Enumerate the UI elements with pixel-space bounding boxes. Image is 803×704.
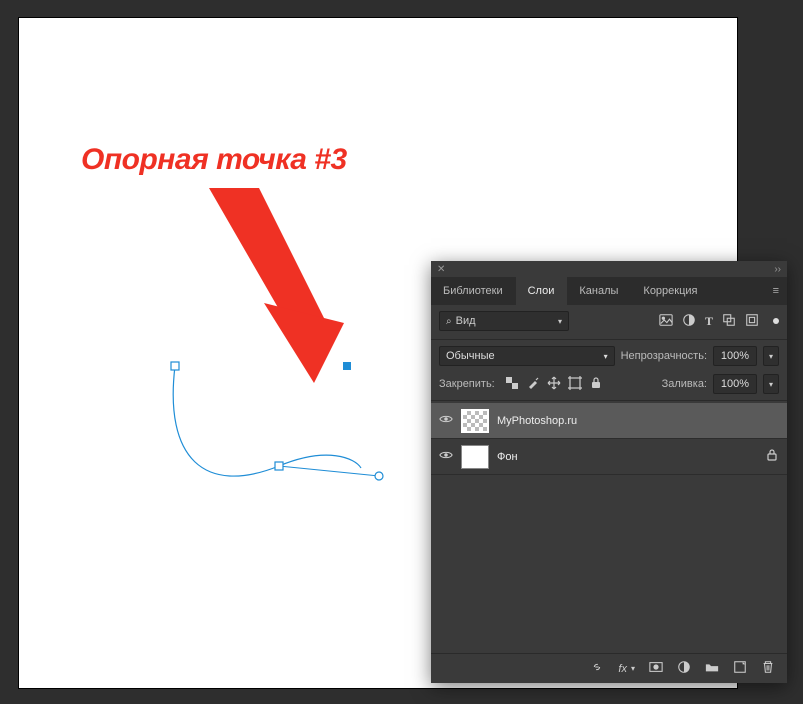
panel-menu-icon[interactable]: ≡ <box>765 277 787 305</box>
opacity-value[interactable]: 100% <box>713 346 757 366</box>
layer-thumbnail[interactable] <box>461 445 489 469</box>
group-icon[interactable] <box>705 660 719 677</box>
filter-adjustment-icon[interactable] <box>682 313 696 330</box>
filter-type-icon[interactable]: T <box>705 314 713 329</box>
layers-footer: fx ▾ <box>431 653 787 683</box>
tab-layers[interactable]: Слои <box>516 277 568 305</box>
fill-label: Заливка: <box>662 378 707 390</box>
anchor-point-3-selected[interactable] <box>343 362 351 370</box>
layer-thumbnail[interactable] <box>461 409 489 433</box>
filter-smartobject-icon[interactable] <box>745 313 759 330</box>
layer-name: Фон <box>497 451 518 463</box>
visibility-icon[interactable] <box>439 412 453 429</box>
tab-adjustments[interactable]: Коррекция <box>631 277 710 305</box>
tab-libraries[interactable]: Библиотеки <box>431 277 516 305</box>
lock-brush-icon[interactable] <box>526 376 540 393</box>
chevron-down-icon: ▾ <box>604 352 608 361</box>
fx-chevron-icon[interactable]: ▾ <box>631 664 635 673</box>
lock-all-icon[interactable] <box>589 376 603 393</box>
layer-name: MyPhotoshop.ru <box>497 415 577 427</box>
chevron-down-icon: ▾ <box>558 317 562 326</box>
anchor-point-1[interactable] <box>171 362 179 370</box>
adjustment-layer-icon[interactable] <box>677 660 691 677</box>
filter-image-icon[interactable] <box>659 313 673 330</box>
lock-icon <box>765 448 779 465</box>
layer-row[interactable]: MyPhotoshop.ru <box>431 403 787 439</box>
bezier-path[interactable] <box>129 348 469 548</box>
fill-value[interactable]: 100% <box>713 374 757 394</box>
fill-chevron[interactable]: ▾ <box>763 374 779 394</box>
layers-list: MyPhotoshop.ru Фон <box>431 403 787 653</box>
layers-panel: ✕ ›› Библиотеки Слои Каналы Коррекция ≡ … <box>431 261 787 683</box>
filter-toggle[interactable] <box>773 318 779 324</box>
filter-shape-icon[interactable] <box>722 313 736 330</box>
new-layer-icon[interactable] <box>733 660 747 677</box>
trash-icon[interactable] <box>761 660 775 677</box>
blend-mode-dropdown[interactable]: Обычные ▾ <box>439 346 615 366</box>
lock-label: Закрепить: <box>439 378 495 390</box>
link-layers-icon[interactable] <box>590 660 604 677</box>
visibility-icon[interactable] <box>439 448 453 465</box>
opacity-label: Непрозрачность: <box>621 350 707 362</box>
opacity-chevron[interactable]: ▾ <box>763 346 779 366</box>
anchor-point-2[interactable] <box>275 462 283 470</box>
search-icon: ⌕ <box>446 316 452 327</box>
filter-label: Вид <box>456 315 476 327</box>
lock-transparency-icon[interactable] <box>505 376 519 393</box>
layer-filter-dropdown[interactable]: ⌕ Вид ▾ <box>439 311 569 331</box>
lock-move-icon[interactable] <box>547 376 561 393</box>
collapse-icon[interactable]: ›› <box>774 264 781 275</box>
close-icon[interactable]: ✕ <box>437 264 445 275</box>
lock-artboard-icon[interactable] <box>568 376 582 393</box>
layer-row[interactable]: Фон <box>431 439 787 475</box>
add-mask-icon[interactable] <box>649 660 663 677</box>
blend-mode-value: Обычные <box>446 350 495 362</box>
direction-handle[interactable] <box>375 472 383 480</box>
annotation-text: Опорная точка #3 <box>81 143 347 177</box>
tab-channels[interactable]: Каналы <box>567 277 631 305</box>
panel-tabs: Библиотеки Слои Каналы Коррекция ≡ <box>431 277 787 305</box>
fx-icon[interactable]: fx <box>618 663 627 675</box>
